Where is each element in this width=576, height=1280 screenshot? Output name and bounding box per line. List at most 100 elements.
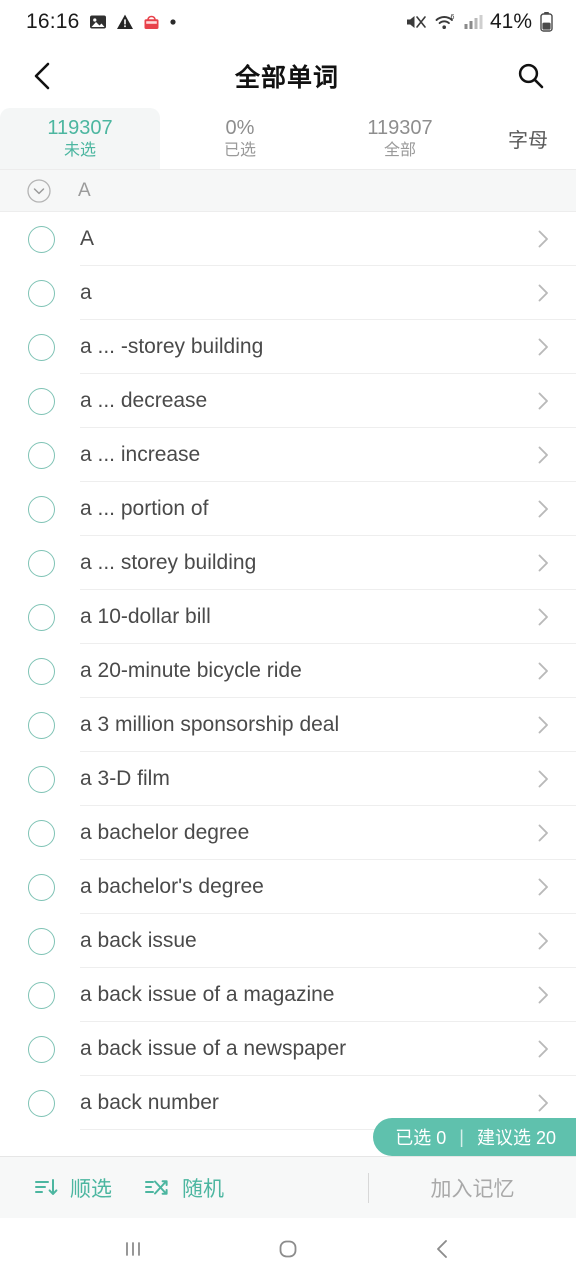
chevron-right-icon[interactable]: [530, 552, 556, 574]
chevron-right-icon[interactable]: [530, 228, 556, 250]
search-button[interactable]: [508, 53, 554, 99]
selection-badge[interactable]: 已选 0 | 建议选 20: [373, 1118, 576, 1156]
word-checkbox[interactable]: [22, 652, 60, 690]
word-row[interactable]: a: [0, 266, 576, 320]
unchecked-circle-icon: [27, 333, 55, 361]
word-row[interactable]: a 3 million sponsorship deal: [0, 698, 576, 752]
chevron-right-icon[interactable]: [530, 282, 556, 304]
home-button[interactable]: [260, 1221, 316, 1277]
word-checkbox[interactable]: [22, 1084, 60, 1122]
word-row[interactable]: a bachelor degree: [0, 806, 576, 860]
word-label: a back issue of a newspaper: [80, 1037, 347, 1060]
word-checkbox[interactable]: [22, 598, 60, 636]
unchecked-circle-icon: [27, 657, 55, 685]
sort-select-button[interactable]: 顺选: [18, 1173, 128, 1203]
word-label: a ... portion of: [80, 497, 209, 520]
chevron-right-icon[interactable]: [530, 930, 556, 952]
dot-icon: [169, 18, 177, 26]
mute-icon: [405, 13, 427, 31]
chevron-right-icon[interactable]: [530, 390, 556, 412]
word-row[interactable]: a ... storey building: [0, 536, 576, 590]
chevron-right-icon[interactable]: [530, 660, 556, 682]
chevron-right-icon[interactable]: [530, 714, 556, 736]
unchecked-circle-icon: [27, 873, 55, 901]
image-icon: [89, 13, 107, 31]
word-row[interactable]: a ... portion of: [0, 482, 576, 536]
word-checkbox[interactable]: [22, 328, 60, 366]
android-nav-bar: [0, 1218, 576, 1280]
back-button[interactable]: [20, 53, 66, 99]
word-checkbox[interactable]: [22, 490, 60, 528]
word-checkbox[interactable]: [22, 220, 60, 258]
tab-selected[interactable]: 0% 已选: [160, 108, 320, 169]
status-bar: 16:16 6 41%: [0, 0, 576, 44]
chevron-right-icon[interactable]: [530, 498, 556, 520]
app-bar: 全部单词: [0, 44, 576, 108]
word-label: a bachelor's degree: [80, 875, 264, 898]
word-checkbox[interactable]: [22, 1030, 60, 1068]
tab-unselected[interactable]: 119307 未选: [0, 108, 160, 169]
chevron-right-icon[interactable]: [530, 1038, 556, 1060]
word-row[interactable]: a ... decrease: [0, 374, 576, 428]
chevron-right-icon[interactable]: [530, 768, 556, 790]
word-label: a 20-minute bicycle ride: [80, 659, 302, 682]
word-row[interactable]: a 10-dollar bill: [0, 590, 576, 644]
word-row[interactable]: a bachelor's degree: [0, 860, 576, 914]
recents-button[interactable]: [105, 1221, 161, 1277]
word-row[interactable]: a back issue of a magazine: [0, 968, 576, 1022]
section-letter-label: A: [78, 179, 91, 201]
word-label: a ... increase: [80, 443, 201, 466]
chevron-right-icon[interactable]: [530, 822, 556, 844]
word-checkbox[interactable]: [22, 814, 60, 852]
add-to-memory-button[interactable]: 加入记忆: [369, 1173, 576, 1203]
word-checkbox[interactable]: [22, 382, 60, 420]
word-row[interactable]: a 20-minute bicycle ride: [0, 644, 576, 698]
chevron-right-icon[interactable]: [530, 1092, 556, 1114]
word-checkbox[interactable]: [22, 976, 60, 1014]
suggested-count-text: 建议选 20: [476, 1128, 556, 1148]
tab-all-count: 119307: [367, 116, 433, 139]
chevron-right-icon[interactable]: [530, 444, 556, 466]
status-bar-left: 16:16: [26, 10, 177, 34]
unchecked-circle-icon: [27, 387, 55, 415]
unchecked-circle-icon: [27, 279, 55, 307]
word-checkbox[interactable]: [22, 760, 60, 798]
random-select-label: 随机: [182, 1177, 224, 1201]
word-row[interactable]: a back issue of a newspaper: [0, 1022, 576, 1076]
badge-separator: |: [459, 1126, 464, 1147]
chevron-right-icon[interactable]: [530, 876, 556, 898]
word-checkbox[interactable]: [22, 868, 60, 906]
word-checkbox[interactable]: [22, 436, 60, 474]
stats-tab-bar: 119307 未选 0% 已选 119307 全部 字母: [0, 108, 576, 170]
nav-back-button[interactable]: [415, 1221, 471, 1277]
unchecked-circle-icon: [27, 711, 55, 739]
chevron-right-icon[interactable]: [530, 606, 556, 628]
word-checkbox[interactable]: [22, 706, 60, 744]
word-row[interactable]: a back issue: [0, 914, 576, 968]
word-label: a 3-D film: [80, 767, 170, 790]
word-row[interactable]: a 3-D film: [0, 752, 576, 806]
warning-triangle-icon: [116, 13, 134, 31]
word-row[interactable]: A: [0, 212, 576, 266]
word-checkbox[interactable]: [22, 274, 60, 312]
chevron-down-circle-icon[interactable]: [26, 178, 52, 204]
random-select-button[interactable]: 随机: [128, 1173, 240, 1203]
word-row[interactable]: a ... -storey building: [0, 320, 576, 374]
chevron-right-icon[interactable]: [530, 336, 556, 358]
word-checkbox[interactable]: [22, 544, 60, 582]
word-list[interactable]: Aa a ... -storey building a ... decrease a …: [0, 212, 576, 1156]
sort-descending-icon: [34, 1176, 60, 1200]
section-header[interactable]: A: [0, 170, 576, 212]
battery-percent: 41%: [489, 10, 532, 33]
shopping-app-icon: [143, 14, 160, 31]
word-checkbox[interactable]: [22, 922, 60, 960]
selected-count-text: 已选 0: [395, 1128, 447, 1148]
word-row[interactable]: a ... increase: [0, 428, 576, 482]
letter-sort-button[interactable]: 字母: [480, 108, 576, 169]
tab-all[interactable]: 119307 全部: [320, 108, 480, 169]
recents-icon: [120, 1236, 146, 1262]
word-label: a back number: [80, 1091, 219, 1114]
chevron-right-icon[interactable]: [530, 984, 556, 1006]
signal-bars-icon: [463, 13, 483, 31]
word-label: a back issue of a magazine: [80, 983, 335, 1006]
